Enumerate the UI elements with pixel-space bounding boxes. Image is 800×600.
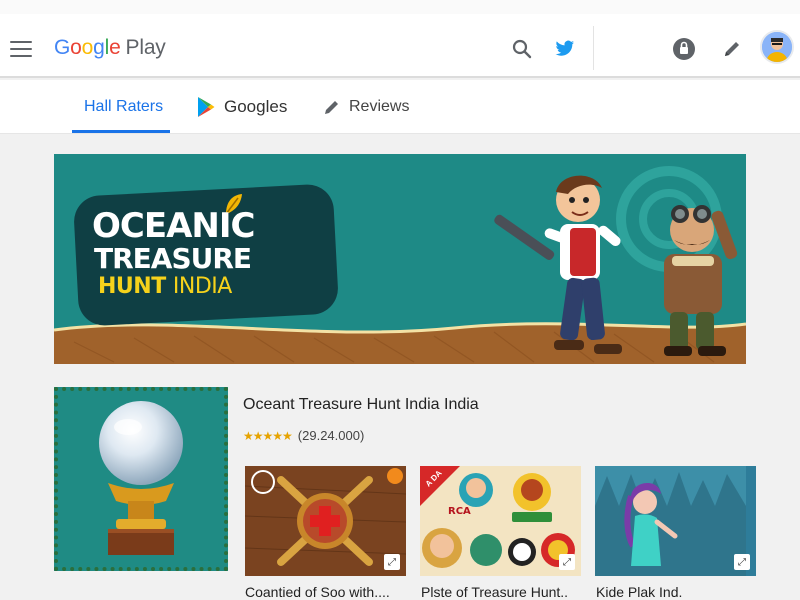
tab-reviews[interactable]: Reviews (323, 80, 409, 134)
banner-title-hunt: HUNT (98, 274, 166, 299)
rating-stars: ★★★★★ (243, 428, 293, 443)
tab-label: Googles (224, 97, 288, 116)
expand-icon[interactable]: ⤢ (734, 554, 750, 570)
character-badges-art (420, 466, 581, 576)
play-triangle-icon (196, 96, 216, 118)
tab-label: Reviews (349, 98, 410, 115)
compass-cross-art (245, 466, 406, 576)
feature-banner[interactable]: OCEANIC TREASURE HUNT INDIA (54, 154, 746, 364)
logo-letter: o (81, 36, 94, 59)
top-status-strip (0, 0, 800, 14)
screenshot-tag-text: RCA (448, 506, 471, 517)
banner-title-line2: TREASURE (94, 242, 252, 275)
search-icon[interactable] (509, 36, 535, 62)
screenshot-thumbnail-3[interactable]: ⤢ (595, 466, 756, 576)
screenshot-caption-2: Plste of Treasure Hunt.. (421, 584, 569, 600)
active-tab-indicator (72, 130, 170, 133)
screenshot-caption-3: Kide Plak Ind. (596, 584, 683, 600)
screenshot-thumbnail-1[interactable]: ⤢ (245, 466, 406, 576)
logo-letter: o (70, 36, 82, 59)
app-title: Oceant Treasure Hunt India India (243, 396, 479, 413)
header-divider (593, 26, 594, 70)
crystal-ball-icon (99, 401, 183, 555)
app-header: Google Play (0, 14, 800, 78)
edit-pencil-icon[interactable] (719, 36, 745, 62)
logo-letter: e (109, 36, 121, 59)
logo-letter: g (93, 36, 105, 59)
explorer-boy-illustration (494, 175, 622, 354)
expand-icon[interactable]: ⤢ (384, 554, 400, 570)
tab-bar: Hall Raters Googles Reviews (0, 80, 800, 134)
mermaid-girl-art (595, 466, 746, 576)
banner-title-line3: HUNT INDIA (98, 274, 232, 299)
logo-letter: G (54, 36, 71, 59)
logo-play-text: Play (125, 36, 166, 59)
tab-label: Hall Raters (84, 98, 164, 115)
tab-googles[interactable]: Googles (196, 80, 287, 134)
screenshot-thumbnail-2[interactable]: A DA RCA ⤢ (420, 466, 581, 576)
rating-count: (29.24.000) (297, 428, 365, 443)
banner-title-line1: OCEANIC (92, 206, 255, 246)
tab-hall-raters[interactable]: Hall Raters (84, 80, 163, 134)
app-rating: ★★★★★ (29.24.000) (243, 428, 364, 443)
user-avatar[interactable] (760, 30, 794, 64)
twitter-bird-icon[interactable] (552, 36, 578, 62)
app-icon[interactable] (54, 387, 228, 571)
screenshot-caption-1: Coantied of Soo with.... (245, 584, 390, 600)
expand-icon[interactable]: ⤢ (559, 554, 575, 570)
explorer-man-illustration (664, 205, 738, 356)
banner-title-india: INDIA (172, 274, 232, 299)
menu-icon[interactable] (10, 41, 32, 57)
google-play-logo[interactable]: Google Play (54, 36, 166, 60)
lock-icon[interactable] (671, 36, 697, 62)
pencil-icon (323, 98, 341, 116)
